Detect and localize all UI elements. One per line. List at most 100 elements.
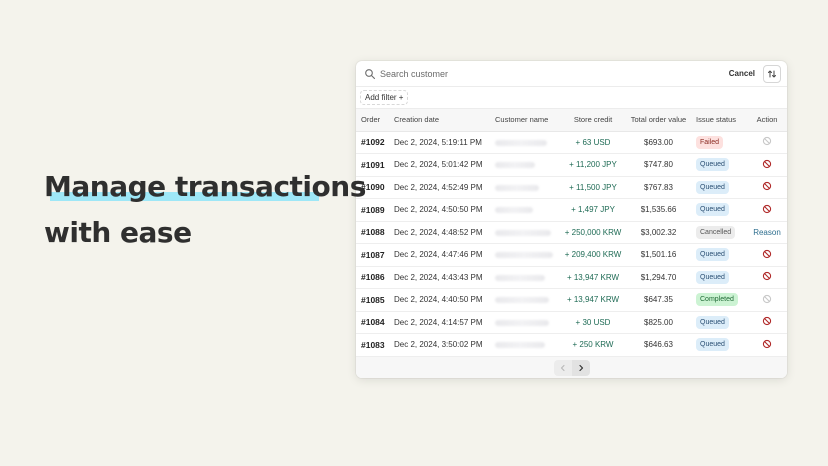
creation-date: Dec 2, 2024, 5:01:42 PM bbox=[389, 153, 490, 177]
order-id: #1088 bbox=[356, 221, 389, 244]
chevron-left-icon bbox=[559, 364, 567, 372]
status-badge: Completed bbox=[696, 293, 738, 307]
table-row[interactable]: #1092 Dec 2, 2024, 5:19:11 PM + 63 USD $693… bbox=[356, 131, 787, 154]
next-page-button[interactable] bbox=[571, 360, 590, 376]
store-credit: + 13,947 KRW bbox=[560, 288, 626, 312]
table-row[interactable]: #1083 Dec 2, 2024, 3:50:02 PM + 250 KRW $64… bbox=[356, 333, 787, 357]
col-header-order[interactable]: Order bbox=[356, 109, 389, 132]
order-id: #1092 bbox=[356, 131, 389, 154]
redacted-name-placeholder bbox=[495, 207, 533, 214]
creation-date: Dec 2, 2024, 4:47:46 PM bbox=[389, 243, 490, 267]
total-order-value: $646.63 bbox=[626, 333, 691, 357]
ban-icon bbox=[762, 136, 772, 146]
customer-name-redacted bbox=[490, 153, 560, 177]
search-input[interactable] bbox=[380, 68, 729, 79]
creation-date: Dec 2, 2024, 3:50:02 PM bbox=[389, 333, 490, 357]
prev-page-button[interactable] bbox=[553, 360, 572, 376]
issue-status: Queued bbox=[691, 153, 747, 177]
total-order-value: $825.00 bbox=[626, 311, 691, 334]
status-badge: Queued bbox=[696, 338, 729, 352]
total-order-value: $1,501.16 bbox=[626, 243, 691, 267]
col-header-creation-date[interactable]: Creation date bbox=[389, 109, 490, 132]
col-header-store-credit[interactable]: Store credit bbox=[560, 109, 626, 132]
status-badge: Queued bbox=[696, 248, 729, 262]
total-order-value: $747.80 bbox=[626, 153, 691, 177]
chevron-right-icon bbox=[577, 364, 585, 372]
order-id: #1084 bbox=[356, 311, 389, 334]
issue-status: Queued bbox=[691, 311, 747, 334]
store-credit: + 250 KRW bbox=[560, 333, 626, 357]
ban-icon[interactable] bbox=[762, 339, 772, 349]
order-id: #1087 bbox=[356, 243, 389, 267]
ban-icon[interactable] bbox=[762, 204, 772, 214]
ban-icon[interactable] bbox=[762, 271, 772, 281]
sort-button[interactable] bbox=[763, 64, 781, 83]
table-row[interactable]: #1084 Dec 2, 2024, 4:14:57 PM + 30 USD $825… bbox=[356, 311, 787, 334]
table-row[interactable]: #1091 Dec 2, 2024, 5:01:42 PM + 11,200 JPY… bbox=[356, 153, 787, 177]
table-row[interactable]: #1090 Dec 2, 2024, 4:52:49 PM + 11,500 JPY… bbox=[356, 176, 787, 199]
issue-status: Queued bbox=[691, 198, 747, 222]
customer-name-redacted bbox=[490, 333, 560, 357]
creation-date: Dec 2, 2024, 4:14:57 PM bbox=[389, 311, 490, 334]
status-badge: Failed bbox=[696, 135, 724, 149]
pagination bbox=[356, 356, 787, 378]
headline-line-1: Manage transactions bbox=[44, 164, 366, 210]
search-bar: Cancel bbox=[356, 61, 787, 87]
customer-name-redacted bbox=[490, 131, 560, 154]
row-action bbox=[747, 288, 787, 312]
redacted-name-placeholder bbox=[495, 342, 545, 349]
store-credit: + 13,947 KRW bbox=[560, 266, 626, 289]
ban-icon[interactable] bbox=[762, 181, 772, 191]
redacted-name-placeholder bbox=[495, 319, 549, 326]
store-credit: + 63 USD bbox=[560, 131, 626, 154]
issue-status: Queued bbox=[691, 333, 747, 357]
table-header-row: Order Creation date Customer name Store … bbox=[356, 109, 787, 132]
redacted-name-placeholder bbox=[495, 162, 535, 169]
table-row[interactable]: #1085 Dec 2, 2024, 4:40:50 PM + 13,947 KRW… bbox=[356, 288, 787, 312]
customer-name-redacted bbox=[490, 243, 560, 267]
row-action bbox=[747, 266, 787, 289]
issue-status: Queued bbox=[691, 176, 747, 199]
creation-date: Dec 2, 2024, 4:50:50 PM bbox=[389, 198, 490, 222]
col-header-total-order-value[interactable]: Total order value bbox=[626, 109, 691, 132]
creation-date: Dec 2, 2024, 4:52:49 PM bbox=[389, 176, 490, 199]
customer-name-redacted bbox=[490, 266, 560, 289]
ban-icon[interactable] bbox=[762, 159, 772, 169]
status-badge: Queued bbox=[696, 158, 729, 172]
store-credit: + 1,497 JPY bbox=[560, 198, 626, 222]
status-badge: Cancelled bbox=[696, 225, 736, 239]
customer-name-redacted bbox=[490, 288, 560, 312]
status-badge: Queued bbox=[696, 180, 729, 194]
table-row[interactable]: #1087 Dec 2, 2024, 4:47:46 PM + 209,400 KR… bbox=[356, 243, 787, 267]
row-action bbox=[747, 176, 787, 199]
redacted-name-placeholder bbox=[495, 229, 551, 236]
creation-date: Dec 2, 2024, 4:48:52 PM bbox=[389, 221, 490, 244]
add-filter-button[interactable]: Add filter + bbox=[360, 90, 409, 105]
ban-icon[interactable] bbox=[762, 249, 772, 259]
redacted-name-placeholder bbox=[495, 139, 547, 146]
status-badge: Queued bbox=[696, 270, 729, 284]
total-order-value: $767.83 bbox=[626, 176, 691, 199]
reason-link[interactable]: Reason bbox=[753, 228, 781, 237]
creation-date: Dec 2, 2024, 5:19:11 PM bbox=[389, 131, 490, 154]
ban-icon[interactable] bbox=[762, 316, 772, 326]
transactions-panel: Cancel Add filter + Order Creation date … bbox=[356, 61, 787, 378]
ban-icon bbox=[762, 294, 772, 304]
store-credit: + 250,000 KRW bbox=[560, 221, 626, 244]
row-action: Reason bbox=[747, 221, 787, 244]
table-row[interactable]: #1088 Dec 2, 2024, 4:48:52 PM + 250,000 KR… bbox=[356, 221, 787, 244]
table-row[interactable]: #1086 Dec 2, 2024, 4:43:43 PM + 13,947 KRW… bbox=[356, 266, 787, 289]
sort-icon bbox=[767, 69, 777, 79]
row-action bbox=[747, 198, 787, 222]
total-order-value: $1,294.70 bbox=[626, 266, 691, 289]
redacted-name-placeholder bbox=[495, 252, 553, 259]
col-header-customer-name[interactable]: Customer name bbox=[490, 109, 560, 132]
status-badge: Queued bbox=[696, 315, 729, 329]
col-header-issue-status[interactable]: Issue status bbox=[691, 109, 747, 132]
cancel-button[interactable]: Cancel bbox=[729, 69, 755, 78]
redacted-name-placeholder bbox=[495, 274, 545, 281]
table-row[interactable]: #1089 Dec 2, 2024, 4:50:50 PM + 1,497 JPY $… bbox=[356, 198, 787, 222]
headline-text-2: with ease bbox=[44, 216, 192, 249]
store-credit: + 11,500 JPY bbox=[560, 176, 626, 199]
row-action bbox=[747, 243, 787, 267]
